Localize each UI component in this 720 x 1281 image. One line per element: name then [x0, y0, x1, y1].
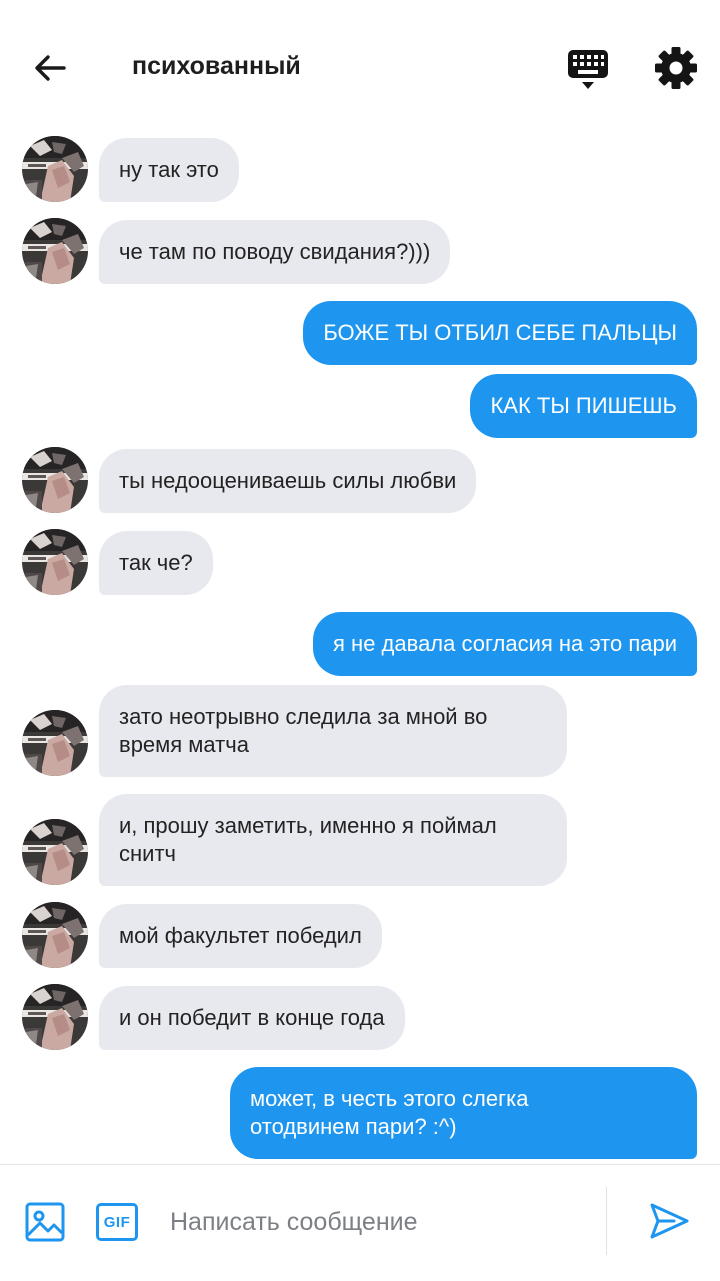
gif-button[interactable]: GIF	[96, 1203, 138, 1241]
chat-title: психованный	[132, 52, 301, 80]
contact-avatar[interactable]	[22, 710, 88, 776]
gif-icon: GIF	[103, 1213, 131, 1231]
contact-avatar[interactable]	[22, 447, 88, 513]
message-bubble-incoming: и, прошу заметить, именно я поймал снитч	[99, 794, 567, 886]
message-bubble-incoming: че там по поводу свидания?)))	[99, 220, 451, 284]
message-bubble-outgoing: КАК ТЫ ПИШЕШЬ	[470, 374, 697, 438]
message-bubble-incoming: ты недооцениваешь силы любви	[99, 449, 477, 513]
message-bubble-outgoing: БОЖЕ ТЫ ОТБИЛ СЕБЕ ПАЛЬЦЫ	[303, 301, 697, 365]
contact-avatar[interactable]	[22, 218, 88, 284]
gear-icon[interactable]	[654, 46, 698, 90]
chat-header: психованный	[0, 0, 720, 120]
message-bubble-incoming: ну так это	[99, 138, 239, 202]
message-bubble-incoming: и он победит в конце года	[99, 986, 405, 1050]
message-input[interactable]	[168, 1199, 592, 1245]
send-icon[interactable]	[648, 1201, 690, 1241]
composer-divider	[606, 1187, 607, 1255]
contact-avatar[interactable]	[22, 902, 88, 968]
message-composer: GIF	[0, 1164, 720, 1281]
keyboard-icon[interactable]	[566, 46, 610, 92]
back-arrow-icon[interactable]	[30, 48, 70, 88]
message-bubble-incoming: зато неотрывно следила за мной во время …	[99, 685, 567, 777]
contact-avatar[interactable]	[22, 984, 88, 1050]
message-bubble-incoming: так че?	[99, 531, 213, 595]
contact-avatar[interactable]	[22, 136, 88, 202]
message-bubble-outgoing: может, в честь этого слегка отодвинем па…	[230, 1067, 697, 1159]
message-bubble-outgoing: я не давала согласия на это пари	[313, 612, 697, 676]
contact-avatar[interactable]	[22, 819, 88, 885]
message-bubble-incoming: мой факультет победил	[99, 904, 382, 968]
image-icon[interactable]	[24, 1201, 66, 1243]
contact-avatar[interactable]	[22, 529, 88, 595]
